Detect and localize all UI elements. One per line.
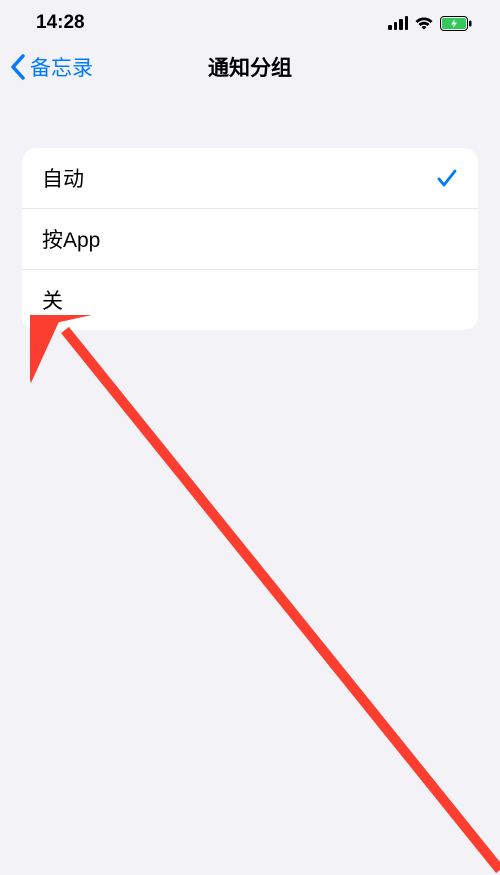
option-off[interactable]: 关 bbox=[22, 270, 478, 330]
option-auto[interactable]: 自动 bbox=[22, 148, 478, 209]
status-bar: 14:28 bbox=[0, 0, 500, 44]
chevron-left-icon bbox=[10, 54, 26, 80]
navigation-bar: 备忘录 通知分组 bbox=[0, 44, 500, 94]
status-time: 14:28 bbox=[36, 12, 85, 34]
options-list: 自动 按App 关 bbox=[22, 148, 478, 330]
cellular-signal-icon bbox=[388, 16, 408, 30]
option-label: 按App bbox=[42, 224, 100, 254]
wifi-icon bbox=[414, 16, 434, 31]
option-by-app[interactable]: 按App bbox=[22, 209, 478, 270]
checkmark-icon bbox=[436, 167, 458, 189]
annotation-arrow bbox=[30, 315, 500, 875]
status-indicators bbox=[388, 16, 472, 31]
option-label: 关 bbox=[42, 285, 63, 315]
back-label: 备忘录 bbox=[30, 52, 93, 82]
back-button[interactable]: 备忘录 bbox=[10, 52, 93, 82]
option-label: 自动 bbox=[42, 163, 84, 193]
battery-charging-icon bbox=[440, 16, 472, 31]
